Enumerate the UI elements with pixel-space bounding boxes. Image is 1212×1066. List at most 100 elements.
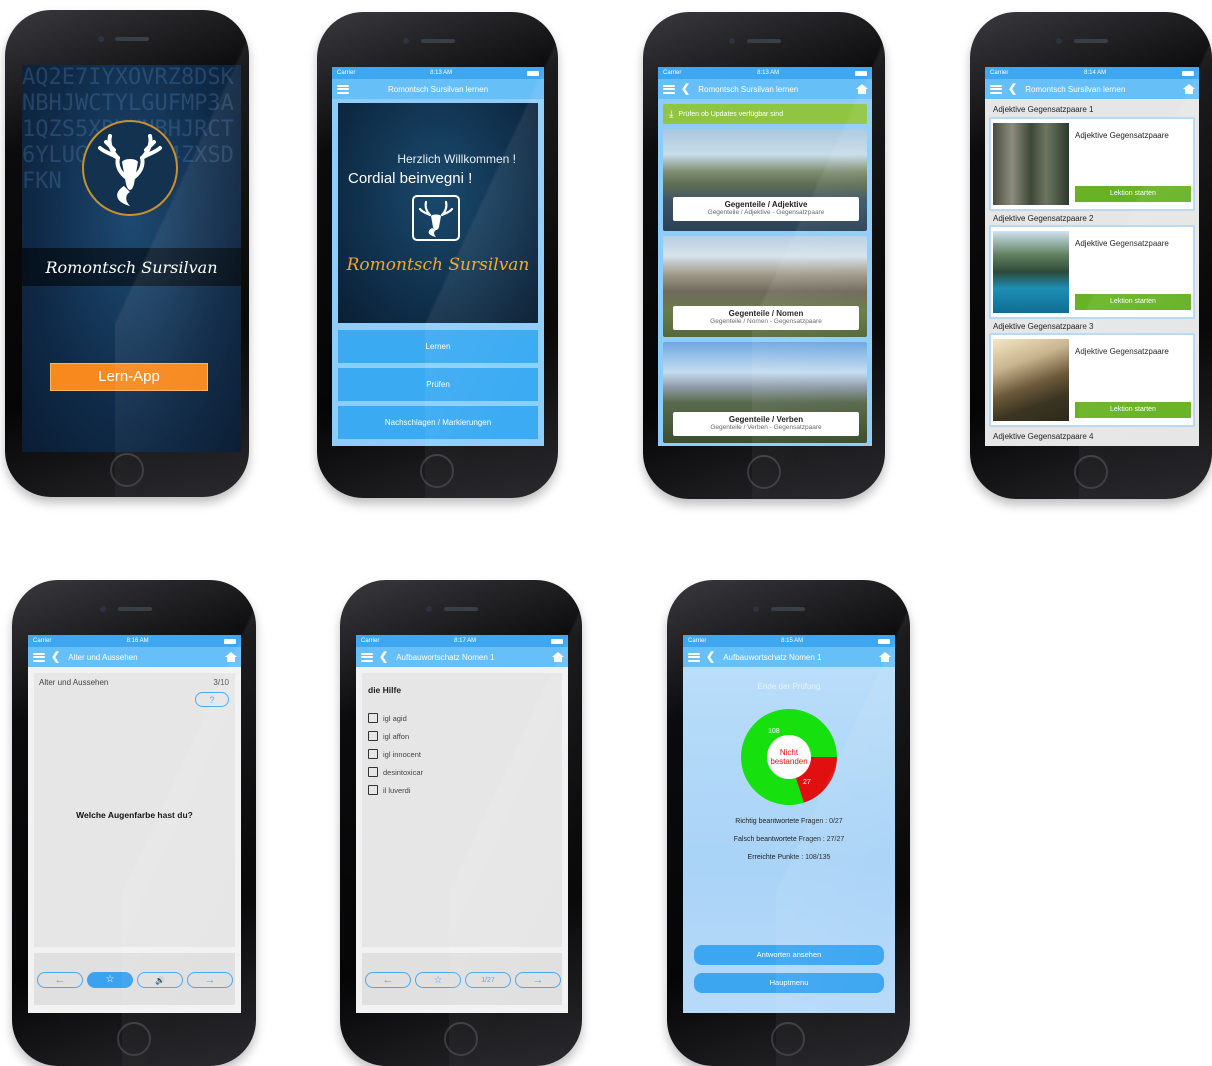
checkbox[interactable]: [368, 731, 378, 741]
home-icon[interactable]: [879, 652, 891, 662]
lektion-starten-button[interactable]: Lektion starten: [1075, 294, 1191, 310]
prev-button[interactable]: ←: [37, 972, 83, 988]
home-button[interactable]: [1074, 455, 1108, 489]
hauptmenu-button[interactable]: Hauptmenu: [694, 973, 884, 993]
status-bar: Carrier 8:16 AM: [28, 635, 241, 647]
answer-option[interactable]: igl innocent: [368, 745, 423, 763]
back-icon[interactable]: ❮: [681, 83, 690, 95]
lektion-starten-button[interactable]: Lektion starten: [1075, 402, 1191, 418]
status-bar: Carrier 8:13 AM: [658, 67, 872, 79]
menu-icon[interactable]: [33, 652, 45, 662]
back-icon[interactable]: ❮: [379, 651, 388, 663]
battery-icon: [877, 638, 890, 644]
menu-icon[interactable]: [337, 84, 349, 94]
checkbox[interactable]: [368, 713, 378, 723]
carrier-label: Carrier: [990, 70, 1009, 76]
lernen-button[interactable]: Lernen: [338, 330, 538, 363]
nav-title: Aufbauwortschatz Nomen 1: [396, 652, 495, 662]
topic-card[interactable]: Gegenteile / Adjektive Gegenteile / Adje…: [663, 129, 867, 231]
lektion-starten-button[interactable]: Lektion starten: [1075, 186, 1191, 202]
audio-button[interactable]: 🔊: [137, 972, 183, 988]
answer-option[interactable]: igl agid: [368, 709, 423, 727]
next-button[interactable]: →: [187, 972, 233, 988]
donut-center-label: Nicht: [780, 748, 799, 757]
welcome-hero: Herzlich Willkommen ! Cordial beinvegni …: [338, 103, 538, 323]
menu-icon[interactable]: [361, 652, 373, 662]
back-icon[interactable]: ❮: [51, 651, 60, 663]
status-bar: Carrier 8:15 AM: [683, 635, 895, 647]
clock: 8:13 AM: [757, 70, 780, 76]
question-text: Welche Augenfarbe hast du?: [76, 810, 193, 820]
back-icon[interactable]: ❮: [1008, 83, 1017, 95]
lesson-desc: Adjektive Gegensatzpaare: [1075, 239, 1169, 248]
carrier-label: Carrier: [688, 638, 707, 644]
battery-icon: [854, 70, 867, 76]
camera: [1056, 38, 1062, 44]
lesson-header: Adjektive Gegensatzpaare 4: [993, 432, 1094, 441]
menu-icon[interactable]: [990, 84, 1002, 94]
topic-label: Alter und Aussehen: [39, 678, 109, 687]
menu-icon[interactable]: [663, 84, 675, 94]
nav-bar: ❮ Romontsch Sursilvan lernen: [658, 79, 872, 99]
home-icon[interactable]: [552, 652, 564, 662]
topic-title: Gegenteile / Verben: [728, 415, 804, 424]
answer-option[interactable]: igl affon: [368, 727, 423, 745]
phone-3: Carrier 8:13 AM ❮ Romontsch Sursilvan ler…: [643, 12, 885, 499]
clock: 8:16 AM: [126, 638, 149, 644]
lern-app-button[interactable]: Lern-App: [50, 363, 208, 391]
page-indicator: 1/27: [465, 972, 511, 988]
menu-icon[interactable]: [688, 652, 700, 662]
clock: 8:17 AM: [454, 638, 477, 644]
battery-icon: [223, 638, 236, 644]
home-button[interactable]: [747, 455, 781, 489]
quiz-question: die Hilfe: [368, 685, 402, 695]
update-banner[interactable]: ⤓ Prüfen ob Updates verfügbar sind: [663, 104, 867, 124]
checkbox[interactable]: [368, 785, 378, 795]
home-icon[interactable]: [856, 84, 868, 94]
carrier-label: Carrier: [33, 638, 52, 644]
carrier-label: Carrier: [361, 638, 380, 644]
speaker: [771, 607, 805, 611]
card-panel: Alter und Aussehen 3/10 ? Welche Augenfa…: [34, 673, 235, 947]
topic-list-screen: Carrier 8:13 AM ❮ Romontsch Sursilvan ler…: [658, 67, 872, 446]
answer-label: igl innocent: [383, 749, 421, 759]
favorite-button[interactable]: ☆: [415, 972, 461, 988]
nav-bar: Romontsch Sursilvan lernen: [332, 79, 544, 99]
lesson-card: Adjektive Gegensatzpaare Lektion starten: [989, 117, 1195, 211]
home-button[interactable]: [444, 1022, 478, 1056]
home-button[interactable]: [110, 453, 144, 487]
topic-card[interactable]: Gegenteile / Nomen Gegenteile / Nomen - …: [663, 236, 867, 337]
home-icon[interactable]: [1183, 84, 1195, 94]
hint-button[interactable]: ?: [195, 692, 229, 707]
home-icon[interactable]: [225, 652, 237, 662]
checkbox[interactable]: [368, 767, 378, 777]
home-button[interactable]: [771, 1022, 805, 1056]
topic-card[interactable]: Gegenteile / Verben Gegenteile / Verben …: [663, 342, 867, 443]
checkbox[interactable]: [368, 749, 378, 759]
antworten-ansehen-button[interactable]: Antworten ansehen: [694, 945, 884, 965]
answer-option[interactable]: desintoxicar: [368, 763, 423, 781]
home-button[interactable]: [420, 454, 454, 488]
speaker: [444, 607, 478, 611]
quiz-panel: die Hilfe igl agid igl affon igl innocent d…: [362, 673, 562, 947]
camera: [98, 36, 104, 42]
home-button[interactable]: [117, 1022, 151, 1056]
pruefen-button[interactable]: Prüfen: [338, 368, 538, 401]
favorite-button[interactable]: ☆: [87, 972, 133, 988]
next-button[interactable]: →: [515, 972, 561, 988]
status-bar: Carrier 8:17 AM: [356, 635, 568, 647]
speaker: [747, 39, 781, 43]
prev-button[interactable]: ←: [365, 972, 411, 988]
clock: 8:13 AM: [430, 70, 453, 76]
result-stat: Richtig beantwortete Fragen : 0/27: [735, 818, 843, 825]
answer-option[interactable]: il luverdi: [368, 781, 423, 799]
lesson-image: [993, 123, 1069, 205]
nav-title: Romontsch Sursilvan lernen: [1025, 84, 1126, 94]
clock: 8:14 AM: [1084, 70, 1107, 76]
nav-title: Aufbauwortschatz Nomen 1: [723, 652, 822, 662]
deer-logo: [82, 120, 178, 216]
brand-title: Romontsch Sursilvan: [45, 258, 218, 277]
nachschlagen-button[interactable]: Nachschlagen / Markierungen: [338, 406, 538, 439]
back-icon[interactable]: ❮: [706, 651, 715, 663]
carrier-label: Carrier: [337, 70, 356, 76]
